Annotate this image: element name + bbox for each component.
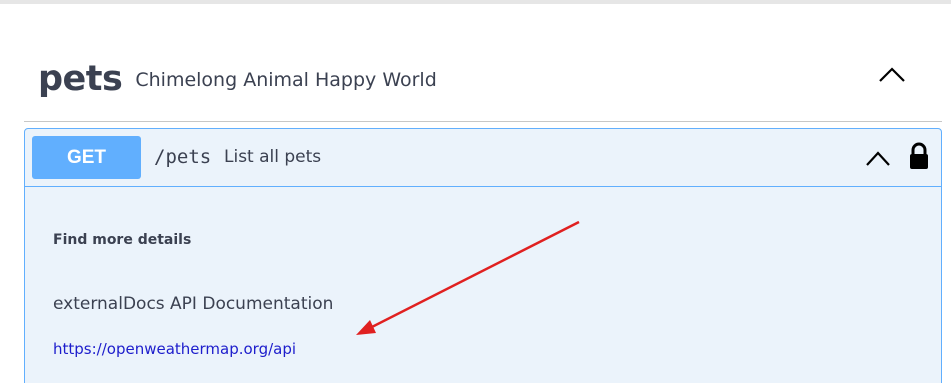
tag-description: Chimelong Animal Happy World [135,68,437,91]
tag-section-header[interactable]: pets Chimelong Animal Happy World [24,36,942,122]
external-docs-description: externalDocs API Documentation [53,294,334,314]
chevron-up-icon[interactable] [878,64,906,84]
chevron-up-icon[interactable] [865,149,891,167]
http-method-badge: GET [32,136,141,179]
details-heading: Find more details [53,232,192,248]
operation-summary-text: List all pets [224,147,322,167]
lock-icon[interactable] [908,142,930,170]
operation-path: /pets [154,146,212,168]
operation-block: GET /pets List all pets Find more detail… [24,128,942,383]
tag-name: pets [38,58,123,99]
top-divider [0,0,951,4]
operation-summary[interactable]: GET /pets List all pets [25,129,941,187]
external-docs-link[interactable]: https://openweathermap.org/api [53,340,296,358]
